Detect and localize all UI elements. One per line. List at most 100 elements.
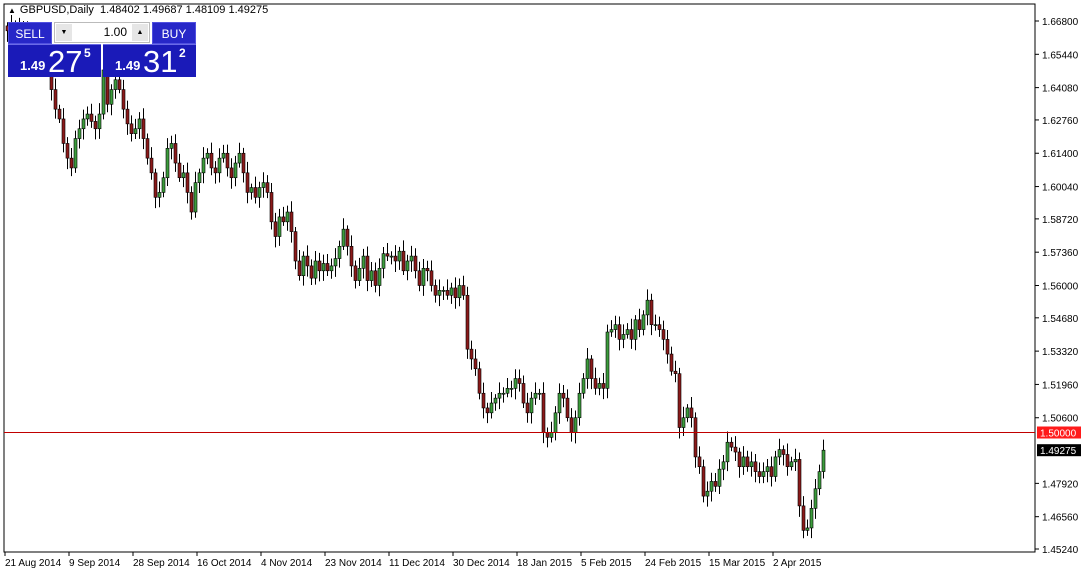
triangle-up-icon[interactable]: ▲ [8,6,16,15]
bullish-candle [789,461,794,468]
bearish-candle [429,270,434,286]
bearish-candle [117,79,122,90]
bearish-candle [61,118,66,144]
bullish-candle [553,412,558,433]
bullish-candle [537,392,542,395]
bearish-candle [57,108,62,120]
bullish-candle [405,260,410,272]
bearish-candle [485,407,490,414]
lot-size-stepper[interactable]: ▼ 1.00 ▲ [54,22,150,43]
bearish-candle [477,368,482,394]
bullish-candle [741,456,746,468]
chart-header: ▲ GBPUSD,Daily 1.48402 1.49687 1.48109 1.… [8,4,268,16]
bearish-candle [737,451,742,468]
bearish-candle [305,255,310,267]
date-tick-label: 18 Jan 2015 [517,558,572,569]
bullish-candle [449,287,454,296]
bullish-candle [97,113,102,130]
price-tick-label: 1.65440 [1042,50,1079,61]
bearish-candle [673,370,678,374]
bearish-candle [753,461,758,472]
bearish-candle [521,383,526,404]
sell-price-prefix: 1.49 [20,58,46,73]
lot-size-input[interactable]: 1.00 [104,25,127,39]
bullish-candle [133,128,138,134]
bearish-candle [565,397,570,419]
date-tick-label: 5 Feb 2015 [581,558,632,569]
bearish-candle [649,299,654,325]
price-tick-label: 1.60040 [1042,183,1079,194]
sell-button[interactable]: SELL [8,22,52,44]
price-chart[interactable]: 1.66800 1.65440 1.64080 1.62760 1.61400 1.600… [0,0,1082,573]
bullish-candle [821,449,826,472]
bearish-candle [293,231,298,262]
bullish-candle [197,172,202,183]
bearish-candle [309,265,314,279]
bullish-candle [109,89,114,105]
bullish-candle [765,466,770,472]
increase-lot-icon[interactable]: ▲ [132,24,148,41]
bullish-candle [653,324,658,326]
decrease-lot-icon[interactable]: ▼ [56,24,72,41]
price-tick-label: 1.58720 [1042,215,1079,226]
bearish-candle [453,287,458,299]
bearish-candle [141,118,146,139]
price-tick-label: 1.57360 [1042,248,1079,259]
bullish-candle [749,461,754,468]
bullish-candle [533,392,538,399]
buy-price[interactable]: 1.49 31 2 [103,44,196,79]
bullish-candle [793,459,798,463]
bullish-candle [329,265,334,272]
bearish-candle [689,407,694,419]
bearish-candle [665,339,670,355]
bearish-candle [229,167,234,179]
bullish-candle [597,383,602,389]
bullish-candle [193,182,198,213]
bearish-candle [173,143,178,164]
bullish-candle [437,290,442,296]
bullish-candle [237,152,242,164]
bearish-candle [349,246,354,267]
bearish-candle [65,143,70,159]
bullish-candle [777,449,782,458]
bearish-candle [189,192,194,213]
bullish-candle [633,319,638,340]
bearish-candle [797,459,802,507]
bullish-candle [277,216,282,237]
bullish-candle [809,508,814,529]
price-tick-label: 1.51960 [1042,380,1079,391]
bearish-candle [385,253,390,257]
bearish-candle [601,383,606,389]
bullish-candle [497,392,502,399]
bearish-candle [465,294,470,350]
bullish-candle [221,152,226,159]
bearish-candle [629,329,634,340]
bullish-candle [625,329,630,335]
bullish-candle [725,441,730,463]
buy-price-fraction: 2 [179,46,186,60]
bearish-candle [801,505,806,531]
bearish-candle [225,152,230,169]
bullish-candle [573,417,578,433]
bullish-candle [645,299,650,316]
bearish-candle [713,481,718,487]
bearish-candle [785,454,790,468]
date-tick-label: 28 Sep 2014 [133,558,190,569]
bullish-candle [761,471,766,477]
bearish-candle [445,290,450,296]
bullish-candle [409,255,414,262]
sell-price[interactable]: 1.49 27 5 [8,44,101,79]
buy-button[interactable]: BUY [152,22,196,44]
bearish-candle [401,250,406,272]
bid-price-label: 1.49275 [1040,446,1077,457]
bullish-candle [137,118,142,130]
bearish-candle [637,319,642,330]
bullish-candle [361,255,366,269]
bearish-candle [525,402,530,414]
bearish-candle [745,456,750,468]
bullish-candle [77,128,82,139]
bearish-candle [473,358,478,370]
price-tick-label: 1.56000 [1042,281,1079,292]
bullish-candle [357,268,362,281]
bearish-candle [53,89,58,110]
